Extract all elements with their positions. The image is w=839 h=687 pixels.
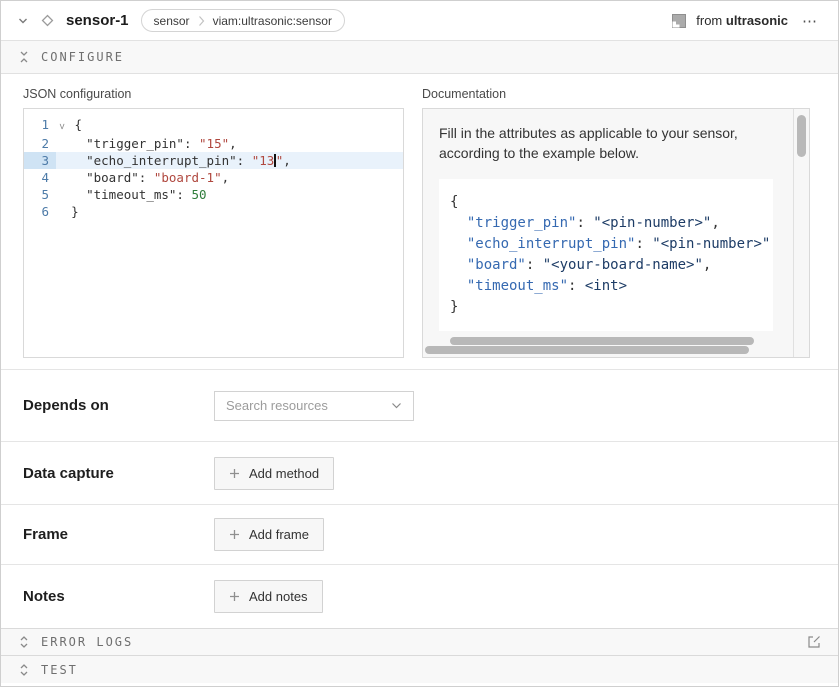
plus-icon [229, 591, 240, 602]
component-type-breadcrumb: sensor viam:ultrasonic:sensor [141, 9, 345, 32]
documentation-intro: Fill in the attributes as applicable to … [439, 123, 779, 164]
component-model: viam:ultrasonic:sensor [213, 14, 332, 28]
configure-section-title: CONFIGURE [41, 50, 124, 64]
component-type: sensor [154, 14, 190, 28]
expand-section-icon[interactable] [18, 635, 30, 649]
collapse-section-icon[interactable] [18, 50, 30, 64]
open-in-new-icon[interactable] [807, 635, 821, 649]
data-capture-label: Data capture [23, 465, 214, 482]
expand-section-icon[interactable] [18, 663, 30, 677]
depends-on-placeholder: Search resources [226, 398, 391, 413]
configure-body: JSON configuration 1> {2 "trigger_pin": … [1, 74, 838, 369]
select-chevron-down-icon [391, 402, 402, 409]
test-section-title: TEST [41, 663, 78, 677]
more-options-button[interactable]: ⋯ [798, 12, 822, 30]
data-capture-row: Data capture Add method [1, 441, 838, 504]
documentation-code-example: { "trigger_pin": "<pin-number>", "echo_i… [439, 179, 773, 331]
component-diamond-icon [39, 12, 56, 29]
add-frame-button[interactable]: Add frame [214, 518, 324, 551]
json-config-label: JSON configuration [23, 87, 404, 101]
panel-vertical-scrollbar-track[interactable] [793, 109, 809, 357]
panel-vertical-scrollbar-thumb[interactable] [797, 115, 806, 157]
collapse-chevron-icon[interactable] [17, 15, 29, 27]
component-header: sensor-1 sensor viam:ultrasonic:sensor f… [1, 1, 838, 41]
component-config-panel: sensor-1 sensor viam:ultrasonic:sensor f… [0, 0, 839, 687]
depends-on-row: Depends on Search resources [1, 369, 838, 441]
plus-icon [229, 529, 240, 540]
documentation-label: Documentation [422, 87, 810, 101]
documentation-panel: Fill in the attributes as applicable to … [422, 108, 810, 358]
json-config-editor[interactable]: 1> {2 "trigger_pin": "15",3 "echo_interr… [23, 108, 404, 358]
from-module-label: from ultrasonic [696, 13, 788, 28]
add-notes-button[interactable]: Add notes [214, 580, 323, 613]
panel-horizontal-scrollbar[interactable] [425, 346, 749, 354]
module-icon [672, 14, 686, 28]
notes-label: Notes [23, 588, 214, 605]
notes-row: Notes Add notes [1, 564, 838, 628]
code-horizontal-scrollbar[interactable] [450, 337, 754, 345]
configure-section-bar[interactable]: CONFIGURE [1, 41, 838, 74]
error-logs-section-title: ERROR LOGS [41, 635, 133, 649]
test-section-bar[interactable]: TEST [1, 655, 838, 683]
component-name: sensor-1 [66, 12, 129, 29]
breadcrumb-chevron-icon [198, 15, 205, 27]
frame-row: Frame Add frame [1, 504, 838, 564]
plus-icon [229, 468, 240, 479]
depends-on-label: Depends on [23, 397, 214, 414]
error-logs-section-bar[interactable]: ERROR LOGS [1, 628, 838, 655]
depends-on-select[interactable]: Search resources [214, 391, 414, 421]
frame-label: Frame [23, 526, 214, 543]
add-method-button[interactable]: Add method [214, 457, 334, 490]
